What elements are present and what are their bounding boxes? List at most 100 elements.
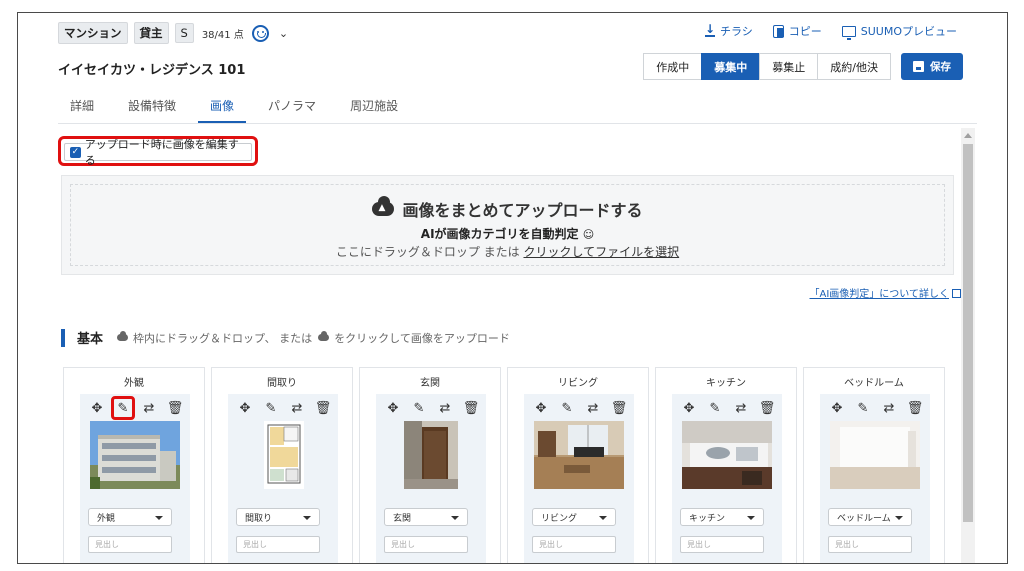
image-tab-content: ✓ アップロード時に画像を編集する 画像をまとめてアップロードする AIが画像カ… xyxy=(58,128,961,563)
caption-input[interactable]: 見出し xyxy=(384,536,468,553)
card-label: 玄関 xyxy=(420,378,440,389)
status-stopped-button[interactable]: 募集止 xyxy=(759,53,819,80)
trash-icon[interactable]: 🗑 xyxy=(462,399,480,417)
status-closed-button[interactable]: 成約/他決 xyxy=(817,53,891,80)
status-draft-button[interactable]: 作成中 xyxy=(643,53,703,80)
swap-icon[interactable]: ⇄ xyxy=(584,399,602,417)
move-icon[interactable]: ✥ xyxy=(88,399,106,417)
smile-icon[interactable] xyxy=(251,24,269,42)
image-card-living: リビング ✥ ✎ ⇄ 🗑 リビング 見出し xyxy=(507,367,649,563)
image-card-bedroom: ベッドルーム ✥ ✎ ⇄ 🗑 ベッドルーム 見出し xyxy=(803,367,945,563)
swap-icon[interactable]: ⇄ xyxy=(732,399,750,417)
tab-divider xyxy=(58,123,977,124)
card-tools: ✥ ✎ ⇄ 🗑 xyxy=(88,396,184,420)
category-select[interactable]: 玄関 xyxy=(384,508,468,526)
select-file-link[interactable]: クリックしてファイルを選択 xyxy=(523,245,679,259)
image-card-floorplan: 間取り ✥ ✎ ⇄ 🗑 間取り 見出し xyxy=(211,367,353,563)
image-card-entrance: 玄関 ✥ ✎ ⇄ 🗑 玄関 見出し xyxy=(359,367,501,563)
edit-on-upload-checkbox[interactable]: ✓ アップロード時に画像を編集する xyxy=(64,138,252,167)
edit-pencil-icon[interactable]: ✎ xyxy=(111,396,135,420)
edit-on-upload-highlight: ✓ アップロード時に画像を編集する xyxy=(58,136,258,167)
swap-icon[interactable]: ⇄ xyxy=(140,399,158,417)
trash-icon[interactable]: 🗑 xyxy=(906,399,924,417)
category-select[interactable]: リビング xyxy=(532,508,616,526)
swap-icon[interactable]: ⇄ xyxy=(288,399,306,417)
caption-input[interactable]: 見出し xyxy=(532,536,616,553)
category-select[interactable]: ベッドルーム xyxy=(828,508,912,526)
scroll-thumb[interactable] xyxy=(963,144,973,522)
tab-details[interactable]: 詳細 xyxy=(58,93,106,123)
caption-input[interactable]: 見出し xyxy=(236,536,320,553)
flyer-link-label: チラシ xyxy=(719,25,753,38)
bulk-upload-dropzone[interactable]: 画像をまとめてアップロードする AIが画像カテゴリを自動判定 ☺ ここにドラッグ… xyxy=(61,175,954,275)
status-recruiting-button[interactable]: 募集中 xyxy=(701,53,761,80)
card-body[interactable]: ✥ ✎ ⇄ 🗑 ベッドルーム 見出し xyxy=(820,394,930,563)
card-body[interactable]: ✥ ✎ ⇄ 🗑 外観 見出し xyxy=(80,394,190,563)
bedroom-photo xyxy=(830,421,920,489)
entrance-photo xyxy=(386,421,476,489)
edit-pencil-icon[interactable]: ✎ xyxy=(706,399,724,417)
copy-link-label: コピー xyxy=(788,25,822,38)
app-frame: マンション 貸主 S 38/41 点 ⌄ チラシ コピー SUUMOプレビュー … xyxy=(17,12,1008,564)
trash-icon[interactable]: 🗑 xyxy=(758,399,776,417)
card-label: キッチン xyxy=(706,378,746,389)
move-icon[interactable]: ✥ xyxy=(532,399,550,417)
swap-icon[interactable]: ⇄ xyxy=(880,399,898,417)
trash-icon[interactable]: 🗑 xyxy=(166,399,184,417)
image-card-exterior: 外観 ✥ ✎ ⇄ 🗑 外観 見出し xyxy=(63,367,205,563)
section-hint-b: をクリックして画像をアップロード xyxy=(334,331,510,345)
image-cards: 外観 ✥ ✎ ⇄ 🗑 外観 見出し 間取り ✥ ✎ ⇄ 🗑 間取り 見出し 玄関… xyxy=(63,367,945,563)
cloud-upload-icon xyxy=(318,331,330,341)
card-tools: ✥ ✎ ⇄ 🗑 xyxy=(384,397,480,419)
card-body[interactable]: ✥ ✎ ⇄ 🗑 キッチン 見出し xyxy=(672,394,782,563)
caption-input[interactable]: 見出し xyxy=(88,536,172,553)
section-hint-a: 枠内にドラッグ＆ドロップ、 または xyxy=(133,331,313,345)
edit-pencil-icon[interactable]: ✎ xyxy=(262,399,280,417)
dropzone-ai-note: AIが画像カテゴリを自動判定 ☺ xyxy=(71,225,944,242)
exterior-photo xyxy=(90,421,180,489)
move-icon[interactable]: ✥ xyxy=(384,399,402,417)
trash-icon[interactable]: 🗑 xyxy=(610,399,628,417)
rank-tag: S xyxy=(174,23,194,43)
tab-panorama[interactable]: パノラマ xyxy=(256,93,328,123)
vertical-scrollbar[interactable] xyxy=(961,128,975,563)
save-button[interactable]: 保存 xyxy=(901,53,963,80)
external-link-icon xyxy=(952,289,961,298)
scroll-up-arrow-icon[interactable] xyxy=(964,133,972,138)
dropzone-title-text: 画像をまとめてアップロードする xyxy=(402,201,643,220)
edit-pencil-icon[interactable]: ✎ xyxy=(410,399,428,417)
cloud-upload-icon xyxy=(117,331,129,341)
download-icon xyxy=(704,22,715,37)
checkbox-checked-icon[interactable]: ✓ xyxy=(70,146,81,158)
swap-icon[interactable]: ⇄ xyxy=(436,399,454,417)
dropzone-ai-text: AIが画像カテゴリを自動判定 xyxy=(420,227,579,241)
kitchen-photo xyxy=(682,421,772,489)
card-body[interactable]: ✥ ✎ ⇄ 🗑 玄関 見出し xyxy=(376,394,486,563)
card-tools: ✥ ✎ ⇄ 🗑 xyxy=(236,397,332,419)
copy-link[interactable]: コピー xyxy=(772,23,822,39)
edit-pencil-icon[interactable]: ✎ xyxy=(854,399,872,417)
move-icon[interactable]: ✥ xyxy=(236,399,254,417)
trash-icon[interactable]: 🗑 xyxy=(314,399,332,417)
move-icon[interactable]: ✥ xyxy=(828,399,846,417)
caption-input[interactable]: 見出し xyxy=(828,536,912,553)
ai-info-link[interactable]: 「AI画像判定」について詳しく xyxy=(810,285,961,300)
card-tools: ✥ ✎ ⇄ 🗑 xyxy=(680,397,776,419)
tab-images[interactable]: 画像 xyxy=(198,93,247,123)
preview-link[interactable]: SUUMOプレビュー xyxy=(841,23,957,40)
move-icon[interactable]: ✥ xyxy=(680,399,698,417)
tab-features[interactable]: 設備特徴 xyxy=(116,93,188,123)
edit-pencil-icon[interactable]: ✎ xyxy=(558,399,576,417)
category-select[interactable]: キッチン xyxy=(680,508,764,526)
card-body[interactable]: ✥ ✎ ⇄ 🗑 リビング 見出し xyxy=(524,394,634,563)
dropzone-title: 画像をまとめてアップロードする xyxy=(71,196,944,221)
chevron-down-icon[interactable]: ⌄ xyxy=(279,27,288,40)
card-tools: ✥ ✎ ⇄ 🗑 xyxy=(828,397,924,419)
tab-nearby[interactable]: 周辺施設 xyxy=(338,93,410,123)
category-select[interactable]: 外観 xyxy=(88,508,172,526)
status-toggle: 作成中 募集中 募集止 成約/他決 保存 xyxy=(643,53,963,80)
caption-input[interactable]: 見出し xyxy=(680,536,764,553)
card-body[interactable]: ✥ ✎ ⇄ 🗑 間取り 見出し xyxy=(228,394,338,563)
category-select[interactable]: 間取り xyxy=(236,508,320,526)
flyer-link[interactable]: チラシ xyxy=(704,22,753,39)
